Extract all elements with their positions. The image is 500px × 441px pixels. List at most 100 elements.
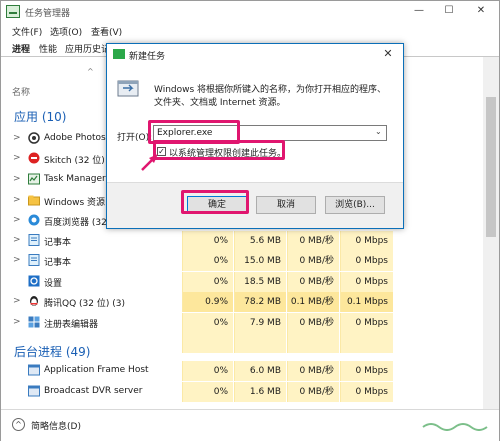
cpu-cell: 0% — [182, 251, 233, 271]
watermark-logo — [422, 423, 488, 431]
regedit-icon — [28, 316, 40, 328]
process-name: Windows 资源 — [44, 198, 106, 208]
memory-cell: 78.2 MB — [234, 292, 286, 312]
cpu-cell: 0% — [182, 382, 233, 402]
group-apps: 应用 (10) — [14, 110, 67, 124]
process-name: 记事本 — [44, 238, 72, 248]
disk-cell: 0 MB/秒 — [287, 251, 339, 271]
menu-file[interactable]: 文件(F) — [12, 25, 42, 38]
column-name[interactable]: 名称 — [12, 85, 30, 98]
photoshop-icon — [28, 132, 40, 144]
dialog-close-button[interactable]: ✕ — [377, 46, 399, 62]
scroll-thumb[interactable] — [486, 97, 496, 237]
cpu-cell: 0% — [182, 231, 233, 251]
skitch-icon — [28, 152, 40, 164]
disk-cell: 0 MB/秒 — [287, 382, 339, 402]
chevron-right-icon[interactable]: > — [13, 133, 21, 143]
qq-icon — [30, 296, 38, 306]
list-item[interactable]: > 腾讯QQ (32 位) (3) 0.9% 78.2 MB 0.1 MB/秒 … — [1, 292, 483, 312]
list-item[interactable]: > 记事本 0% 15.0 MB 0 MB/秒 0 Mbps — [1, 251, 483, 271]
network-cell: 0 Mbps — [340, 361, 393, 381]
chevron-down-icon[interactable]: ⌄ — [375, 127, 382, 136]
cpu-cell: 0% — [182, 313, 233, 333]
chevron-right-icon[interactable]: > — [13, 296, 21, 306]
chevron-right-icon[interactable]: > — [13, 215, 21, 225]
network-cell: 0 Mbps — [340, 251, 393, 271]
notepad-icon — [28, 254, 40, 266]
network-cell: 0 Mbps — [340, 313, 393, 333]
disk-cell — [287, 333, 339, 353]
memory-cell: 5.6 MB — [234, 231, 286, 251]
chevron-right-icon[interactable]: > — [13, 174, 21, 184]
list-item[interactable]: > 注册表编辑器 0% 7.9 MB 0 MB/秒 0 Mbps — [1, 313, 483, 333]
annotation-box-checkbox — [153, 140, 285, 160]
process-name: Skitch (32 位) — [44, 156, 105, 166]
network-cell: 0 Mbps — [340, 231, 393, 251]
browse-button[interactable]: 浏览(B)... — [325, 196, 385, 214]
chevron-right-icon[interactable]: > — [13, 317, 21, 327]
chevron-right-icon[interactable]: > — [13, 255, 21, 265]
list-item[interactable]: 设置 0% 18.5 MB 0 MB/秒 0 Mbps — [1, 272, 483, 292]
dialog-title-bar: 新建任务 ✕ — [107, 44, 403, 64]
new-task-icon — [113, 49, 125, 59]
baidu-browser-icon — [28, 214, 40, 226]
minimize-button[interactable]: — — [409, 4, 429, 18]
list-item[interactable]: Application Frame Host 0% 6.0 MB 0 MB/秒 … — [1, 361, 483, 381]
network-cell: 0.1 Mbps — [340, 292, 393, 312]
list-item[interactable]: Broadcast DVR server 0% 1.6 MB 0 MB/秒 0 … — [1, 382, 483, 402]
tab-performance[interactable]: 性能 — [39, 42, 57, 55]
title-bar: 任务管理器 — ☐ ✕ — [1, 1, 499, 23]
menu-bar: 文件(F) 选项(O) 查看(V) — [1, 23, 499, 39]
process-name: Application Frame Host — [44, 365, 149, 375]
chevron-right-icon[interactable]: > — [13, 235, 21, 245]
cancel-button[interactable]: 取消 — [256, 196, 316, 214]
memory-cell — [234, 333, 286, 353]
settings-icon — [28, 275, 40, 287]
process-name: Broadcast DVR server — [44, 386, 143, 396]
chevron-right-icon[interactable]: > — [13, 153, 21, 163]
run-icon — [117, 80, 139, 97]
group-background: 后台进程 (49) — [14, 345, 91, 359]
cpu-cell: 0% — [182, 272, 233, 292]
dialog-title: 新建任务 — [129, 52, 166, 62]
network-cell: 0 Mbps — [340, 382, 393, 402]
memory-cell: 1.6 MB — [234, 382, 286, 402]
cpu-cell: 0% — [182, 361, 233, 381]
tab-app-history[interactable]: 应用历史记 — [65, 42, 110, 55]
window-title: 任务管理器 — [25, 9, 71, 19]
memory-cell: 18.5 MB — [234, 272, 286, 292]
process-name: 腾讯QQ (32 位) (3) — [44, 299, 125, 309]
dvr-icon — [28, 385, 40, 397]
list-item[interactable]: > 记事本 0% 5.6 MB 0 MB/秒 0 Mbps — [1, 231, 483, 251]
maximize-button[interactable]: ☐ — [439, 4, 459, 18]
sort-arrow-icon[interactable]: ^ — [87, 67, 94, 76]
memory-cell: 15.0 MB — [234, 251, 286, 271]
vertical-scrollbar[interactable] — [483, 57, 499, 409]
app-frame-icon — [28, 364, 40, 376]
notepad-icon — [28, 234, 40, 246]
tab-processes[interactable]: 进程 — [12, 42, 30, 55]
menu-options[interactable]: 选项(O) — [50, 25, 82, 38]
annotation-box-ok — [181, 190, 249, 214]
disk-cell: 0 MB/秒 — [287, 361, 339, 381]
close-button[interactable]: ✕ — [471, 4, 491, 18]
chevron-right-icon[interactable]: > — [13, 195, 21, 205]
process-name: 设置 — [44, 279, 63, 289]
cpu-cell — [182, 333, 233, 353]
task-manager-icon — [28, 173, 40, 185]
fewer-details-link[interactable]: 简略信息(D) — [31, 419, 81, 432]
disk-cell: 0 MB/秒 — [287, 272, 339, 292]
dialog-description: Windows 将根据你所键入的名称，为你打开相应的程序、文件夹、文档或 Int… — [154, 85, 387, 108]
disk-cell: 0 MB/秒 — [287, 231, 339, 251]
process-name: Task Manager — [44, 174, 106, 184]
cpu-cell: 0.9% — [182, 292, 233, 312]
process-name: Adobe Photos — [44, 133, 106, 143]
task-manager-icon — [6, 5, 20, 18]
open-label: 打开(O): — [117, 133, 153, 143]
chevron-up-icon[interactable]: ^ — [12, 418, 25, 431]
network-cell: 0 Mbps — [340, 272, 393, 292]
process-name: 记事本 — [44, 258, 72, 268]
dialog-button-bar: 确定 取消 浏览(B)... — [107, 182, 403, 228]
network-cell — [340, 333, 393, 353]
menu-view[interactable]: 查看(V) — [91, 25, 122, 38]
